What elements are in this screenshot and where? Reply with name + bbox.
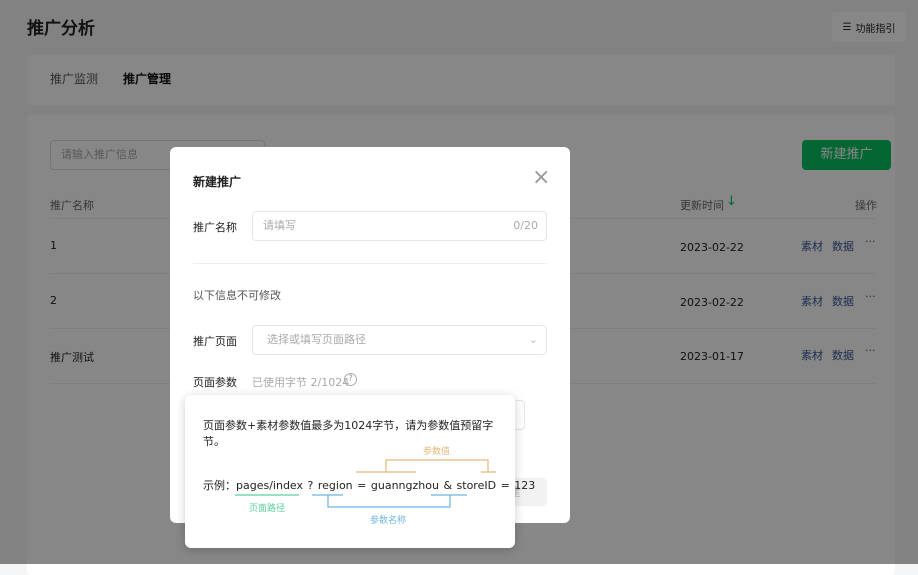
params-tooltip: 页面参数+素材参数值最多为1024字节，请为参数值预留字节。 示例：pages/… — [185, 395, 535, 548]
example-param: storeID — [456, 479, 497, 492]
example-eq: = — [357, 479, 367, 492]
example-eq: = — [500, 479, 510, 492]
modal-title: 新建推广 — [193, 175, 242, 189]
example-q: ? — [307, 479, 314, 492]
name-bracket — [312, 494, 467, 508]
char-count: 0/20 — [513, 219, 538, 232]
example-amp: & — [443, 479, 453, 492]
readonly-note: 以下信息不可修改 — [193, 289, 281, 302]
page-placeholder: 选择或填写页面路径 — [267, 333, 366, 346]
help-icon[interactable]: ? — [344, 373, 357, 386]
value-note: 参数值 — [423, 447, 451, 457]
annotation-lines — [235, 459, 496, 508]
example-value: 123 — [514, 479, 536, 492]
name-placeholder: 请填写 — [263, 219, 296, 232]
example-value: guanngzhou — [370, 479, 439, 492]
page-select[interactable]: 选择或填写页面路径 ⌄ — [252, 325, 547, 355]
example-label: 示例： — [203, 479, 236, 492]
divider — [193, 263, 547, 264]
name-note: 参数名称 — [370, 516, 407, 526]
params-label: 页面参数 — [193, 376, 237, 389]
example-line: 示例：pages/index ? region = guanngzhou & s… — [203, 477, 535, 493]
example-path: pages/index — [236, 479, 304, 492]
params-usage: 已使用字节 2/1024 — [252, 376, 350, 389]
name-input[interactable]: 请填写 0/20 — [252, 211, 547, 241]
example-param: region — [317, 479, 353, 492]
value-bracket — [356, 459, 496, 473]
chevron-down-icon: ⌄ — [528, 333, 538, 346]
name-label: 推广名称 — [193, 221, 237, 234]
page-label: 推广页面 — [193, 335, 237, 348]
close-icon[interactable]: × — [532, 167, 550, 189]
path-note: 页面路径 — [249, 504, 286, 514]
